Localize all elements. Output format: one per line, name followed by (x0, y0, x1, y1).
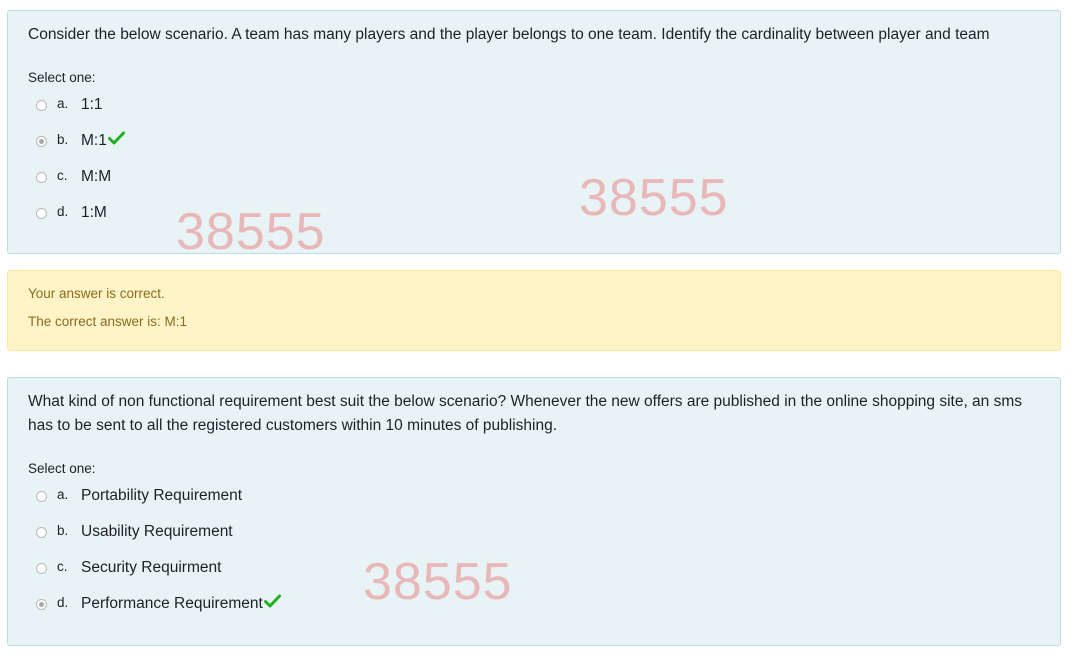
option-label: Usability Requirement (81, 523, 233, 540)
radio-button[interactable] (36, 526, 47, 538)
option-letter: b. (57, 522, 69, 538)
feedback-result: Your answer is correct. (28, 286, 165, 301)
option-label: Portability Requirement (81, 487, 243, 504)
correct-check-icon (107, 131, 125, 145)
question-1-option-b[interactable]: b. M:1 (36, 129, 536, 153)
option-letter: a. (57, 95, 69, 111)
option-label: 1:1 (81, 96, 103, 113)
option-letter: d. (57, 203, 69, 219)
feedback-panel: Your answer is correct. The correct answ… (7, 270, 1061, 351)
radio-button[interactable] (36, 598, 47, 610)
radio-button[interactable] (36, 171, 47, 183)
question-2-card: What kind of non functional requirement … (7, 377, 1061, 646)
question-1-text: Consider the below scenario. A team has … (28, 26, 990, 43)
option-letter: a. (57, 486, 69, 502)
radio-button[interactable] (36, 207, 47, 219)
option-letter: c. (57, 167, 68, 183)
question-1-card: Consider the below scenario. A team has … (7, 10, 1061, 254)
question-1-option-d[interactable]: d. 1:M (36, 201, 536, 225)
option-letter: d. (57, 594, 69, 610)
question-1-prompt: Select one: (28, 70, 96, 85)
option-label: M:1 (81, 132, 107, 149)
feedback-correct-answer: The correct answer is: M:1 (28, 314, 188, 329)
question-2-option-c[interactable]: c. Security Requirment (36, 556, 536, 580)
option-letter: c. (57, 558, 68, 574)
question-2-option-b[interactable]: b. Usability Requirement (36, 520, 536, 544)
option-label: M:M (81, 168, 112, 185)
radio-button[interactable] (36, 490, 47, 502)
question-2-prompt: Select one: (28, 461, 96, 476)
correct-check-icon (263, 594, 281, 608)
question-2-option-a[interactable]: a. Portability Requirement (36, 484, 536, 508)
question-1-option-a[interactable]: a. 1:1 (36, 93, 536, 117)
question-2-text: What kind of non functional requirement … (28, 393, 1023, 434)
radio-button[interactable] (36, 99, 47, 111)
option-label: 1:M (81, 204, 107, 221)
question-2-option-d[interactable]: d. Performance Requirement (36, 592, 536, 616)
option-label: Performance Requirement (81, 595, 263, 612)
radio-button[interactable] (36, 562, 47, 574)
question-1-option-c[interactable]: c. M:M (36, 165, 536, 189)
radio-button[interactable] (36, 135, 47, 147)
option-label: Security Requirment (81, 559, 222, 576)
option-letter: b. (57, 131, 69, 147)
